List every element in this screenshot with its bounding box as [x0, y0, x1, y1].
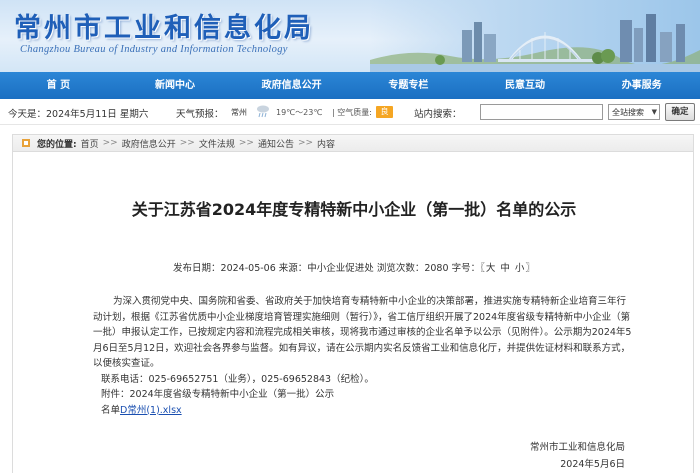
search-button[interactable]: 确定 — [665, 103, 695, 121]
air-quality-label: | 空气质量: — [332, 108, 372, 117]
article-container: 关于江苏省2024年度专精特新中小企业（第一批）名单的公示 发布日期：2024-… — [12, 152, 694, 473]
search-scope-value: 全站搜索 — [612, 107, 644, 117]
contact-phone: 联系电话：025-69652751（业务），025-69652843（纪检）。 — [101, 373, 374, 385]
nav-topics[interactable]: 专题专栏 — [350, 72, 467, 99]
breadcrumb-separator: >> — [179, 138, 195, 148]
attachment-label: 附件：2024年度省级专精特新中小企业（第一批）公示 — [101, 389, 335, 400]
nav-services[interactable]: 办事服务 — [583, 72, 700, 99]
nav-public-interaction[interactable]: 民意互动 — [467, 72, 584, 99]
signature-date: 2024年5月6日 — [560, 459, 625, 470]
breadcrumb-regulations[interactable]: 文件法规 — [199, 137, 235, 150]
article-source: 来源：中小企业促进处 — [278, 263, 374, 274]
font-size-label-end: 〗 — [525, 263, 535, 274]
cloud-rain-icon — [257, 105, 269, 118]
font-size-large-button[interactable]: 大 — [486, 263, 496, 274]
font-size-medium-button[interactable]: 中 — [500, 263, 510, 274]
breadcrumb-home[interactable]: 首页 — [81, 137, 99, 150]
today-date: 今天是：2024年5月11日 星期六 — [8, 109, 149, 120]
view-count: 浏览次数：2080 — [376, 263, 449, 274]
publish-date: 发布日期：2024-05-06 — [173, 263, 276, 274]
breadcrumb-content: 内容 — [317, 139, 336, 150]
header-cityscape-image — [370, 14, 700, 72]
air-quality-label-text: 空气质量: — [337, 108, 372, 117]
chevron-down-icon: ▼ — [651, 108, 657, 116]
search-scope-select[interactable]: 全站搜索 ▼ — [608, 104, 660, 120]
site-subtitle: Changzhou Bureau of Industry and Informa… — [20, 44, 288, 55]
site-header: 常州市工业和信息化局 Changzhou Bureau of Industry … — [0, 0, 700, 72]
breadcrumb-separator: >> — [238, 138, 254, 148]
article-title: 关于江苏省2024年度专精特新中小企业（第一批）名单的公示 — [131, 200, 577, 219]
search-label: 站内搜索： — [414, 109, 462, 120]
font-size-label: 字号：〖 — [451, 263, 485, 274]
article-meta: 发布日期：2024-05-06 来源：中小企业促进处 浏览次数：2080 字号：… — [13, 260, 695, 274]
breadcrumb-gov-info[interactable]: 政府信息公开 — [122, 137, 176, 150]
signature-org: 常州市工业和信息化局 — [529, 442, 625, 453]
weather-city: 常州 — [231, 108, 247, 117]
article-body: 为深入贯彻党中央、国务院和省委、省政府关于加快培育专精特新中小企业的决策部署，推… — [93, 294, 633, 418]
nav-home[interactable]: 首 页 — [0, 72, 117, 99]
breadcrumb: 您的位置: 首页 >> 政府信息公开 >> 文件法规 >> 通知公告 >> 内容 — [12, 134, 694, 152]
air-quality-badge: 良 — [376, 106, 393, 118]
breadcrumb-separator: >> — [297, 138, 314, 148]
attachment-file: 名单D常州(1).xlsx — [93, 403, 633, 419]
breadcrumb-label: 您的位置: — [37, 139, 77, 150]
breadcrumb-notices[interactable]: 通知公告 — [258, 137, 294, 150]
search-input[interactable] — [480, 104, 603, 120]
attachment-prefix: 名单 — [101, 404, 121, 416]
weather-label: 天气预报： — [176, 109, 224, 120]
breadcrumb-separator: >> — [102, 138, 118, 148]
main-nav: 首 页 新闻中心 政府信息公开 专题专栏 民意互动 办事服务 — [0, 72, 700, 99]
nav-gov-info[interactable]: 政府信息公开 — [233, 72, 350, 99]
location-icon — [22, 139, 30, 147]
nav-news[interactable]: 新闻中心 — [117, 72, 234, 99]
info-strip: 今天是：2024年5月11日 星期六 天气预报： 常州 19℃～23℃ | 空气… — [0, 99, 700, 125]
site-title: 常州市工业和信息化局 — [14, 13, 314, 44]
weather-temperature: 19℃～23℃ — [276, 108, 323, 117]
attachment-link[interactable]: D常州(1).xlsx — [120, 405, 182, 416]
font-size-small-button[interactable]: 小 — [515, 263, 525, 274]
article-paragraph: 为深入贯彻党中央、国务院和省委、省政府关于加快培育专精特新中小企业的决策部署，推… — [93, 296, 632, 369]
